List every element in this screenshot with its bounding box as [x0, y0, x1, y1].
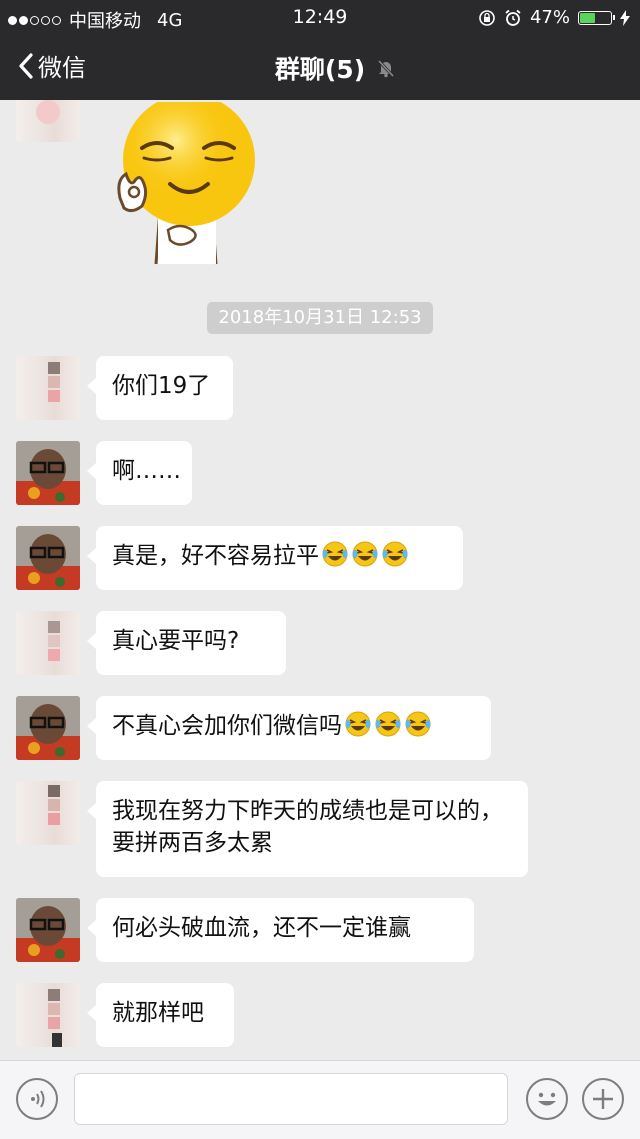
voice-icon: [31, 1090, 45, 1108]
alarm-icon: [505, 9, 521, 26]
message-text: 我现在努力下昨天的成绩也是可以的，要拼两百多太累: [112, 798, 503, 856]
avatar[interactable]: [16, 898, 80, 962]
rotation-lock-icon: [479, 9, 495, 26]
message-text: 真心要平吗?: [112, 628, 240, 654]
laughing-crying-emoji-icon: [349, 541, 379, 569]
avatar-photo: [16, 441, 80, 505]
avatar-photo: [16, 898, 80, 962]
message-input[interactable]: [74, 1073, 508, 1125]
message-bubble[interactable]: 我现在努力下昨天的成绩也是可以的，要拼两百多太累: [87, 781, 528, 877]
chat-area[interactable]: 2018年10月31日 12:53 你们19了 啊…… 真是，好不容易拉平 真心…: [0, 100, 640, 1060]
message-bubble[interactable]: 真心要平吗?: [87, 611, 286, 675]
avatar[interactable]: [16, 696, 80, 760]
avatar[interactable]: [16, 441, 80, 505]
smiley-icon: [538, 1092, 556, 1106]
message-text: 你们19了: [112, 373, 211, 399]
message-timestamp: 2018年10月31日 12:53: [207, 302, 433, 334]
mute-bell-icon: [377, 59, 395, 78]
status-bar: 中国移动 4G 12:49 47%: [0, 0, 640, 34]
message-bubble[interactable]: 就那样吧: [87, 983, 234, 1047]
laughing-crying-emoji-icon: [402, 711, 432, 739]
avatar[interactable]: [16, 983, 80, 1047]
emoji-group: [319, 541, 409, 569]
message-bubble[interactable]: 真是，好不容易拉平: [87, 526, 463, 590]
avatar[interactable]: [16, 356, 80, 420]
laughing-crying-emoji-icon: [319, 541, 349, 569]
message-text: 不真心会加你们微信吗: [112, 713, 342, 739]
message-bubble[interactable]: 你们19了: [87, 356, 233, 420]
voice-input-button[interactable]: [16, 1078, 58, 1120]
plus-icon: [593, 1089, 613, 1109]
avatar[interactable]: [16, 526, 80, 590]
message-text: 啊……: [112, 458, 181, 484]
more-options-button[interactable]: [582, 1078, 624, 1120]
battery-icon: [578, 10, 615, 25]
avatar-photo: [16, 696, 80, 760]
charging-icon: [620, 9, 630, 26]
message-bubble[interactable]: 不真心会加你们微信吗: [87, 696, 491, 760]
laughing-crying-emoji-icon: [372, 711, 402, 739]
avatar-photo: [16, 526, 80, 590]
message-bubble[interactable]: 何必头破血流，还不一定谁赢: [87, 898, 474, 962]
laughing-crying-emoji-icon: [379, 541, 409, 569]
avatar[interactable]: [16, 100, 80, 142]
laughing-crying-emoji-icon: [342, 711, 372, 739]
nav-bar: 微信 群聊(5): [0, 34, 640, 100]
emoji-button[interactable]: [526, 1078, 568, 1120]
input-bar: [0, 1060, 640, 1139]
avatar[interactable]: [16, 611, 80, 675]
message-bubble[interactable]: 啊……: [87, 441, 192, 505]
chat-title: 群聊(5): [274, 55, 366, 84]
emoji-group: [342, 711, 432, 739]
avatar[interactable]: [16, 781, 80, 845]
message-text: 就那样吧: [112, 1000, 204, 1026]
battery-percent: 47%: [529, 7, 570, 28]
message-text: 何必头破血流，还不一定谁赢: [112, 915, 411, 941]
sticker-image[interactable]: [112, 102, 262, 268]
message-text: 真是，好不容易拉平: [112, 543, 319, 569]
